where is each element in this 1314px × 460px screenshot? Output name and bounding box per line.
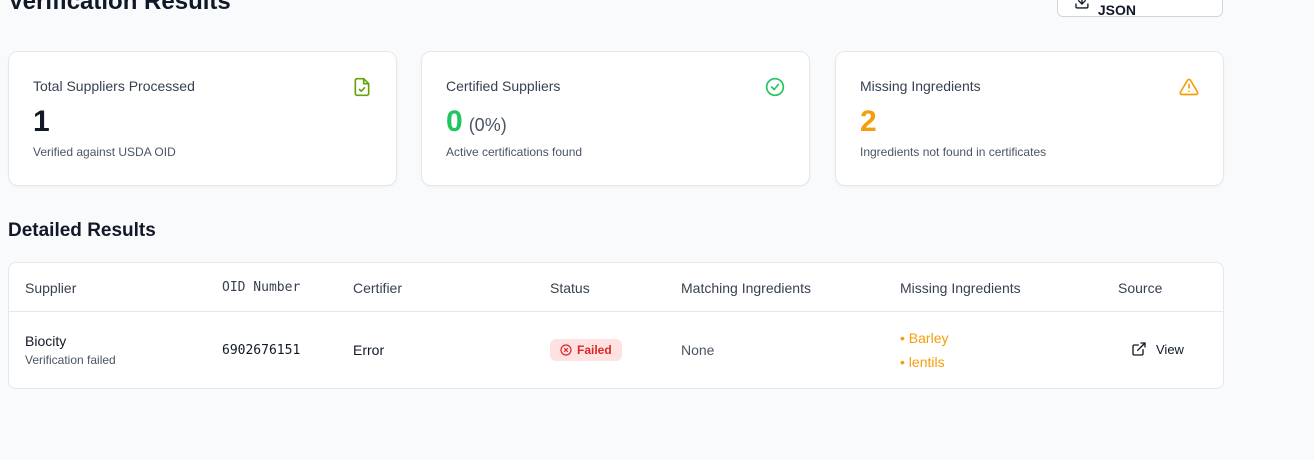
card-value-percent: (0%): [468, 115, 507, 135]
column-header-missing: Missing Ingredients: [900, 280, 1021, 296]
external-link-icon: [1132, 342, 1146, 356]
download-icon: [1075, 0, 1089, 9]
x-circle-icon: [560, 344, 572, 356]
download-json-button[interactable]: Download JSON: [1057, 0, 1223, 18]
card-title: Certified Suppliers: [446, 78, 561, 94]
card-value-number: 1: [33, 105, 50, 138]
card-description: Ingredients not found in certificates: [860, 145, 1047, 159]
missing-ingredient-item: • lentils: [900, 354, 945, 370]
column-header-oid: OID Number: [222, 280, 301, 295]
column-header-matching: Matching Ingredients: [681, 280, 811, 296]
missing-ingredient-label: lentils: [908, 354, 945, 370]
missing-ingredient-item: • Barley: [900, 330, 949, 346]
column-header-supplier: Supplier: [25, 280, 77, 296]
card-description: Verified against USDA OID: [33, 145, 176, 159]
card-value-number: 0: [446, 105, 463, 138]
missing-ingredient-label: Barley: [908, 330, 949, 346]
page-title: Verification Results: [8, 0, 231, 15]
card-title: Missing Ingredients: [860, 78, 981, 94]
total-suppliers-card: Total Suppliers Processed 1 Verified aga…: [8, 51, 397, 186]
view-source-link[interactable]: View: [1131, 341, 1184, 357]
circle-check-icon: [765, 77, 785, 97]
column-header-certifier: Certifier: [353, 280, 403, 296]
warning-triangle-icon: [1179, 78, 1199, 96]
matching-ingredients-value: None: [681, 342, 715, 358]
view-source-label: View: [1156, 341, 1184, 357]
supplier-note: Verification failed: [25, 353, 116, 367]
results-table: Supplier OID Number Certifier Status Mat…: [8, 262, 1224, 389]
card-title: Total Suppliers Processed: [33, 78, 195, 94]
header-divider: [9, 311, 1223, 312]
file-check-icon: [354, 77, 370, 97]
card-description: Active certifications found: [446, 145, 583, 159]
section-title: Detailed Results: [8, 220, 156, 241]
card-value: 0 (0%): [446, 104, 507, 143]
status-label: Failed: [577, 343, 612, 357]
column-header-source: Source: [1118, 280, 1163, 296]
download-json-label: Download JSON: [1097, 0, 1165, 18]
column-header-status: Status: [550, 280, 590, 296]
missing-ingredients-card: Missing Ingredients 2 Ingredients not fo…: [835, 51, 1224, 186]
certifier-value: Error: [353, 342, 385, 358]
supplier-name: Biocity: [25, 333, 67, 349]
card-value-number: 2: [860, 105, 877, 138]
card-value: 2: [860, 104, 877, 140]
card-value: 1: [33, 104, 50, 140]
oid-number: 6902676151: [222, 343, 301, 358]
status-badge: Failed: [550, 339, 622, 361]
certified-suppliers-card: Certified Suppliers 0 (0%) Active certifi…: [421, 51, 810, 186]
